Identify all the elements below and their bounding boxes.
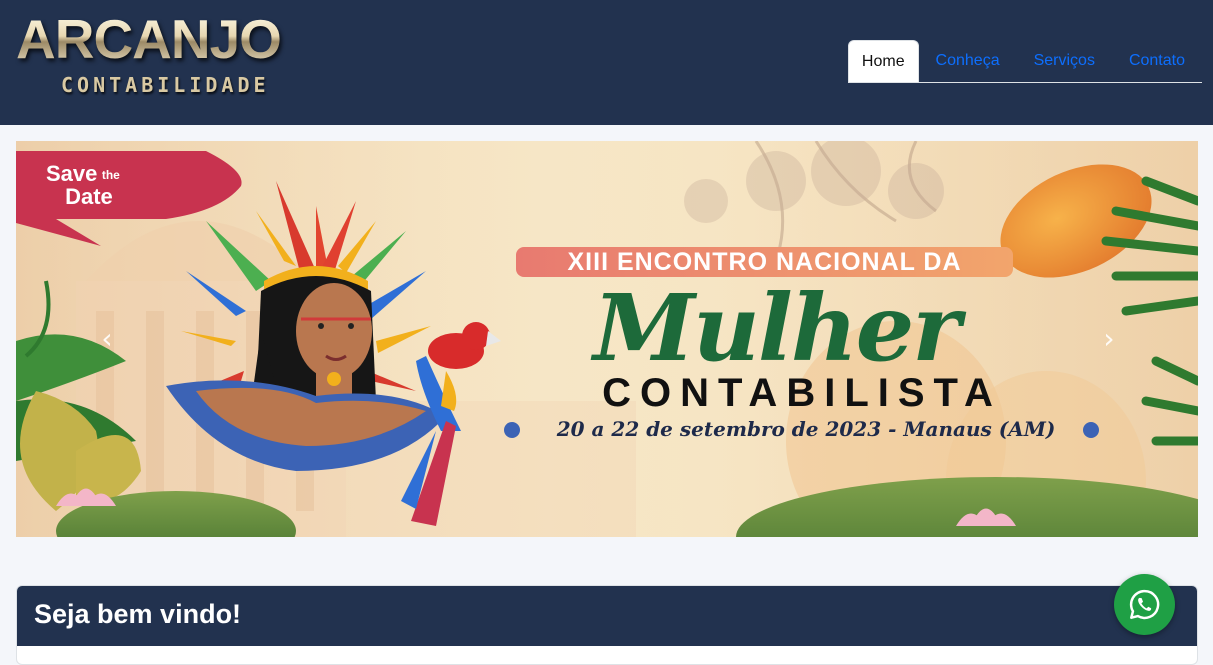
event-title: Mulher: [593, 274, 961, 382]
event-date: 20 a 22 de setembro de 2023 - Manaus (AM…: [556, 417, 1056, 441]
site-header: ARCANJO CONTABILIDADE Home Conheça Servi…: [0, 0, 1213, 125]
tab-servicos[interactable]: Serviços: [1017, 40, 1112, 82]
whatsapp-button[interactable]: [1114, 574, 1175, 635]
event-subtitle: CONTABILISTA: [602, 371, 1002, 415]
tab-home[interactable]: Home: [848, 40, 919, 82]
brand-tagline: CONTABILIDADE: [61, 73, 270, 97]
badge-save-text: Save: [46, 161, 98, 186]
badge-the-text: the: [101, 168, 120, 182]
hero-carousel[interactable]: Save the Date XIII ENCONTRO NACIONAL DA …: [16, 141, 1198, 537]
tab-contato[interactable]: Contato: [1112, 40, 1202, 82]
brand-name: ARCANJO: [16, 8, 282, 70]
save-the-date-badge: Save the Date: [46, 161, 120, 209]
welcome-title: Seja bem vindo!: [17, 586, 1197, 646]
welcome-card: Seja bem vindo!: [16, 585, 1198, 665]
tab-conheca[interactable]: Conheça: [919, 40, 1017, 82]
whatsapp-icon: [1129, 589, 1160, 620]
main-nav-tabs: Home Conheça Serviços Contato: [848, 40, 1202, 83]
brand-logo[interactable]: ARCANJO CONTABILIDADE: [14, 10, 314, 106]
badge-date-text: Date: [65, 184, 113, 209]
chevron-left-icon[interactable]: ‹: [92, 321, 122, 357]
chevron-right-icon[interactable]: ›: [1094, 321, 1124, 357]
